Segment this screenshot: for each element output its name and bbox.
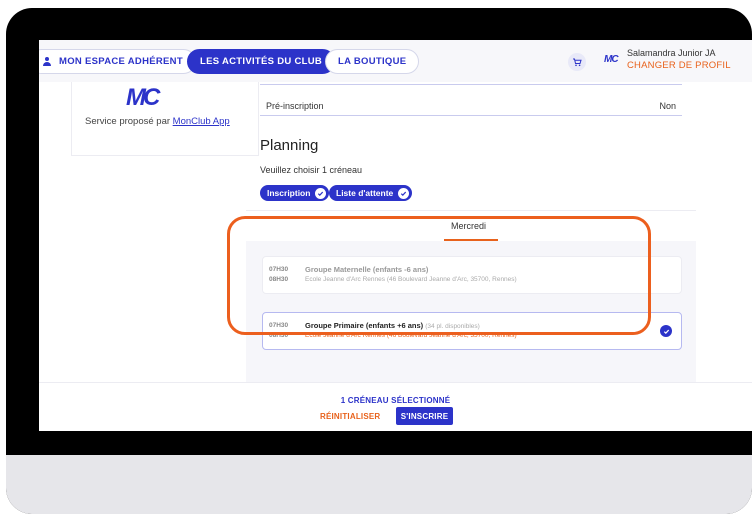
divider [260,84,682,85]
user-icon [42,57,52,66]
chip-label: Inscription [267,188,311,198]
reset-button[interactable]: RÉINITIALISER [320,412,380,421]
filter-chip-liste-attente[interactable]: Liste d'attente [329,185,413,201]
cart-button[interactable] [568,53,586,71]
device-frame: MON ESPACE ADHÉRENT LES ACTIVITÉS DU CLU… [6,8,752,514]
nav-mon-espace-adherent[interactable]: MON ESPACE ADHÉRENT [39,49,196,74]
pre-inscription-label: Pré-inscription [266,101,324,111]
check-icon [315,187,327,199]
top-navigation-bar: MON ESPACE ADHÉRENT LES ACTIVITÉS DU CLU… [39,40,752,82]
chip-label: Liste d'attente [336,188,394,198]
nav-les-activites-du-club[interactable]: LES ACTIVITÉS DU CLUB [187,49,336,74]
frame-bottom-strip [6,455,752,514]
change-profile-link[interactable]: CHANGER DE PROFIL [627,60,731,71]
club-logo-small: MC [604,54,619,65]
check-icon [398,187,410,199]
selected-count: 1 CRÉNEAU SÉLECTIONNÉ [340,396,451,405]
nav-label: LES ACTIVITÉS DU CLUB [200,56,323,67]
planning-instruction: Veuillez choisir 1 créneau [260,165,363,175]
club-logo: MC [126,84,160,111]
selection-footer: 1 CRÉNEAU SÉLECTIONNÉ RÉINITIALISER S'IN… [39,382,752,431]
nav-label: LA BOUTIQUE [338,56,407,67]
user-name: Salamandra Junior JA [627,48,716,58]
pre-inscription-row: Pré-inscription Non [260,92,682,116]
monclub-app-link[interactable]: MonClub App [173,116,230,127]
service-label: Service proposé par [85,116,173,127]
nav-la-boutique[interactable]: LA BOUTIQUE [325,49,420,74]
service-text: Service proposé par MonClub App [85,116,245,128]
highlight-annotation [227,216,651,335]
filter-chip-inscription[interactable]: Inscription [260,185,330,201]
selected-check-icon [660,325,672,337]
planning-title: Planning [260,137,319,154]
pre-inscription-value: Non [659,101,676,111]
subscribe-button[interactable]: S'INSCRIRE [396,407,453,425]
nav-label: MON ESPACE ADHÉRENT [59,56,183,67]
club-info-card: MC Service proposé par MonClub App [71,82,259,156]
cart-icon [573,58,582,67]
